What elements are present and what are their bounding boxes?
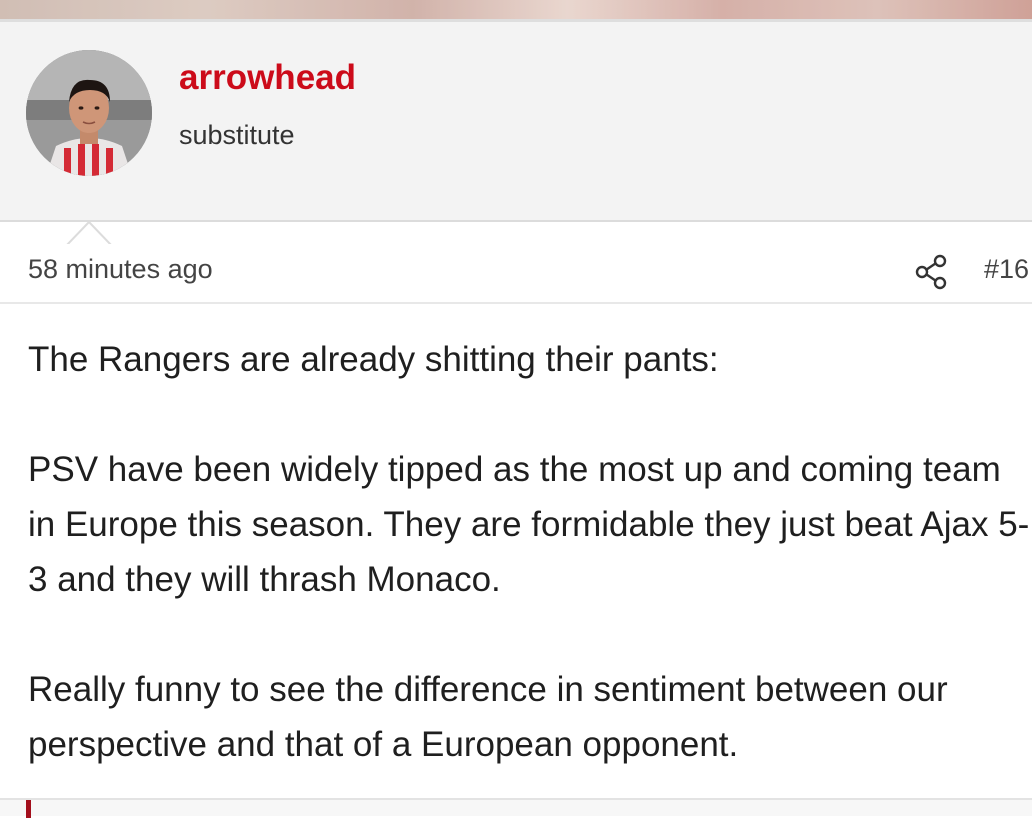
share-button[interactable] <box>912 252 952 292</box>
user-avatar[interactable] <box>26 50 152 176</box>
post-number-link[interactable]: #16 <box>984 254 1029 285</box>
post-paragraph: Really funny to see the difference in se… <box>28 670 948 764</box>
user-title: substitute <box>179 120 295 150</box>
post-paragraph: The Rangers are already shitting their p… <box>28 340 719 379</box>
post-message-body: The Rangers are already shitting their p… <box>28 332 1032 827</box>
username-link[interactable]: arrowhead <box>179 58 356 98</box>
share-icon <box>915 254 947 290</box>
header-banner-image <box>0 0 1032 22</box>
quote-block <box>0 798 1032 818</box>
post-meta-bar: 58 minutes ago #16 <box>0 224 1032 304</box>
avatar-photo-icon <box>26 50 152 176</box>
post-paragraph: PSV have been widely tipped as the most … <box>28 450 1030 599</box>
post-user-panel: arrowhead substitute <box>0 22 1032 246</box>
post-timestamp[interactable]: 58 minutes ago <box>28 254 213 285</box>
